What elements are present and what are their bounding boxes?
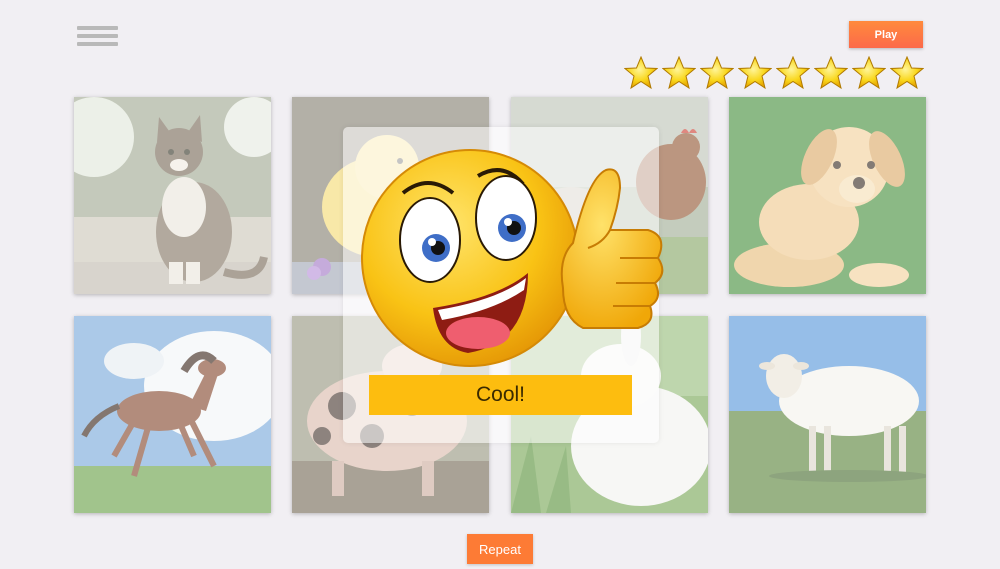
star-icon	[852, 56, 886, 90]
star-icon	[738, 56, 772, 90]
card-sheep[interactable]	[729, 316, 926, 513]
card-horse[interactable]	[74, 316, 271, 513]
star-rating	[624, 56, 924, 90]
star-icon	[890, 56, 924, 90]
star-icon	[662, 56, 696, 90]
star-icon	[776, 56, 810, 90]
card-cat[interactable]	[74, 97, 271, 294]
play-button[interactable]: Play	[849, 21, 923, 48]
repeat-button[interactable]: Repeat	[467, 534, 533, 564]
star-icon	[624, 56, 658, 90]
cool-button[interactable]: Cool!	[369, 375, 632, 415]
card-dog[interactable]	[729, 97, 926, 294]
thumbs-up-emoji-icon	[361, 149, 664, 367]
star-icon	[814, 56, 848, 90]
hamburger-menu-icon[interactable]	[77, 26, 118, 48]
star-icon	[700, 56, 734, 90]
